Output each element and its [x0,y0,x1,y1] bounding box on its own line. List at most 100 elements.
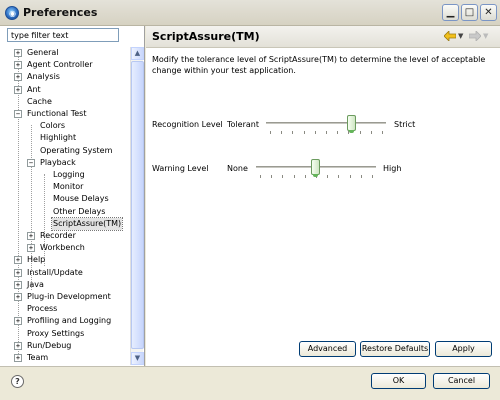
expand-icon[interactable]: + [14,280,22,289]
tree-item-label: General [27,48,59,57]
page-description: Modify the tolerance level of ScriptAssu… [152,55,486,75]
recognition-slider-thumb[interactable] [346,115,356,133]
warning-max-label: High [383,164,402,173]
recognition-level-slider[interactable] [266,112,386,138]
title-bar[interactable]: ◉ Preferences ▁ □ ✕ [0,0,500,26]
app-icon: ◉ [5,6,19,20]
slider-tick [382,131,383,134]
warning-level-slider[interactable] [256,156,376,182]
collapse-icon[interactable]: − [27,158,35,167]
preference-tree: + General + Agent Controller + Analysis + Ant Ca… [0,47,130,365]
close-button[interactable]: ✕ [480,4,497,21]
slider-tick [314,131,316,134]
tree-item-label: Operating System [40,145,113,155]
back-arrow-icon[interactable] [444,31,456,41]
slider-tick [281,131,283,134]
tree-item-label: Team [27,353,49,362]
warning-level-label: Warning Level [152,164,209,173]
maximize-button[interactable]: □ [461,4,478,21]
page-header: ScriptAssure(TM) ▼ ▼ [146,26,500,48]
tree-item-label: Help [27,255,46,265]
slider-tick [293,175,295,178]
tree-item-label: Workbench [40,243,85,253]
slider-tick [271,175,273,178]
dialog-button-bar: ? OK Cancel [0,366,500,400]
slider-tick [372,175,373,178]
recognition-ticks [270,131,383,134]
restore-defaults-button[interactable]: Restore Defaults [360,341,430,357]
recognition-min-label: Tolerant [227,120,259,129]
slider-tick [282,175,284,178]
back-dropdown-icon[interactable]: ▼ [458,32,463,40]
scroll-down-arrow-icon[interactable]: ▼ [131,352,144,365]
collapse-icon[interactable]: − [14,110,22,118]
expand-icon[interactable]: + [14,341,22,350]
expand-icon[interactable]: + [14,49,22,57]
page-title: ScriptAssure(TM) [152,30,260,43]
tree-scrollbar[interactable]: ▲ ▼ [130,47,144,365]
preferences-window: ◉ Preferences ▁ □ ✕ type filter text + Ge… [0,0,500,400]
expand-icon[interactable]: + [14,61,22,70]
slider-tick [304,175,306,178]
tree-item-label: Highlight [40,133,77,143]
warning-slider-thumb[interactable] [311,159,320,177]
tree-item-label: Process [27,304,58,314]
forward-dropdown-icon[interactable]: ▼ [483,32,488,40]
window-title: Preferences [23,6,98,19]
tree-item-label: Mouse Delays [53,194,109,204]
tree-item-label: ScriptAssure(TM) [50,216,124,231]
cancel-button[interactable]: Cancel [433,373,490,389]
help-icon[interactable]: ? [11,375,24,388]
slider-tick [327,175,329,178]
preference-tree-panel: type filter text + General + Agent Controll… [0,26,145,366]
scrollbar-thumb[interactable] [131,61,144,349]
tree-item-label: Functional Test [27,109,87,118]
warning-min-label: None [227,164,248,173]
slider-tick [349,175,351,178]
tree-item-label: Plug-in Development [27,292,111,301]
tree-item-label: Recorder [40,231,76,240]
slider-tick [360,175,362,178]
slider-tick [260,175,261,178]
tree-item-label: Playback [40,157,76,167]
minimize-button[interactable]: ▁ [442,4,459,21]
filter-input[interactable]: type filter text [7,28,119,42]
ok-button[interactable]: OK [371,373,426,389]
tree-item-label: Install/Update [27,267,83,277]
tree-item-label: Monitor [53,182,84,192]
tree-item-label: Other Delays [53,206,106,216]
expand-icon[interactable]: + [14,268,22,277]
advanced-button[interactable]: Advanced [299,341,356,357]
tree-item-label: Analysis [27,72,60,82]
expand-icon[interactable]: + [14,293,22,301]
preference-page: ScriptAssure(TM) ▼ ▼ Modify the toleranc… [146,26,500,366]
tree-item-label: Run/Debug [27,340,72,350]
slider-tick [370,131,372,134]
tree-item-label: Logging [53,170,85,179]
slider-tick [303,131,305,134]
recognition-track [266,122,386,124]
slider-tick [338,175,340,178]
slider-tick [326,131,327,134]
scroll-up-arrow-icon[interactable]: ▲ [131,47,144,60]
forward-arrow-icon[interactable] [469,31,481,41]
expand-icon[interactable]: + [14,73,22,82]
expand-icon[interactable]: + [14,85,22,94]
tree-guide-line [18,52,19,362]
expand-icon[interactable]: + [27,244,35,253]
expand-icon[interactable]: + [14,256,22,265]
apply-button[interactable]: Apply [435,341,492,357]
expand-icon[interactable]: + [14,354,22,362]
tree-item-label: Ant [27,84,41,94]
slider-tick [337,131,339,134]
recognition-max-label: Strict [394,120,416,129]
tree-item-label: Agent Controller [27,60,93,70]
expand-icon[interactable]: + [14,317,22,326]
slider-tick [359,131,361,134]
expand-icon[interactable]: + [27,232,35,240]
tree-item-label: Colors [40,121,66,131]
slider-tick [270,131,271,134]
slider-tick [292,131,294,134]
tree-item-label: Cache [27,96,52,106]
tree-item-label: Profiling and Logging [27,316,112,326]
